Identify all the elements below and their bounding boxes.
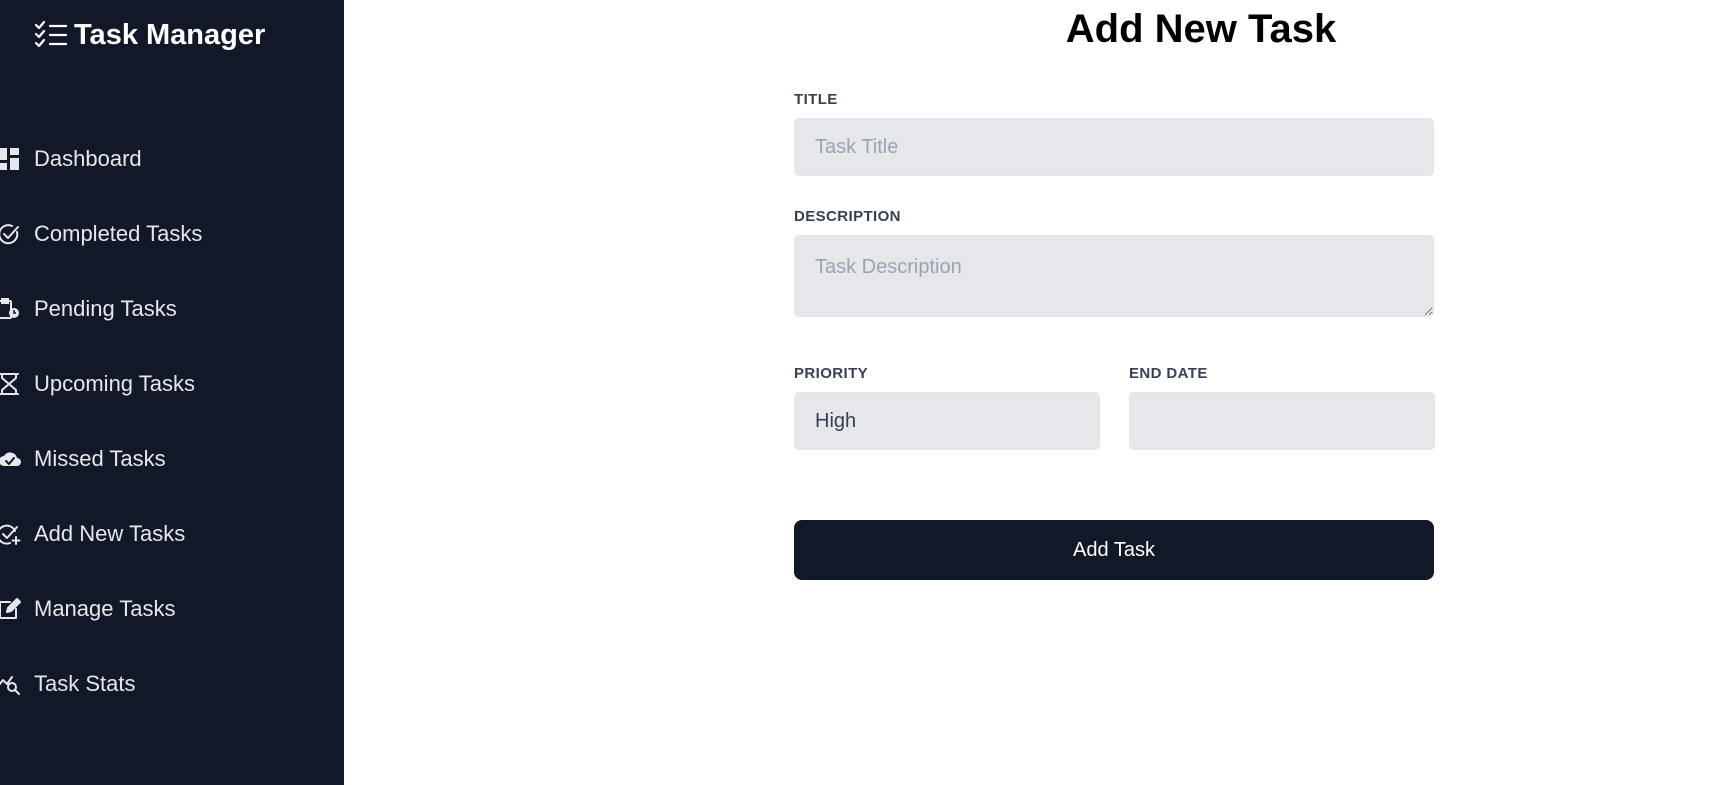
brand-title: Task Manager: [74, 19, 266, 51]
sidebar-item-pending-tasks[interactable]: Pending Tasks: [0, 286, 330, 332]
edit-icon: [0, 597, 22, 621]
hourglass-icon: [0, 372, 22, 396]
priority-label: PRIORITY: [794, 365, 869, 382]
title-label: TITLE: [794, 91, 838, 108]
sidebar: Task Manager Dashboard Completed Tasks P…: [0, 0, 344, 785]
page-title: Add New Task: [1065, 7, 1337, 51]
end-date-label: END DATE: [1129, 365, 1208, 382]
dashboard-icon: [0, 147, 22, 171]
sidebar-item-label: Pending Tasks: [34, 296, 177, 321]
sidebar-item-manage-tasks[interactable]: Manage Tasks: [0, 586, 330, 632]
sidebar-item-label: Upcoming Tasks: [34, 371, 195, 396]
sidebar-item-label: Dashboard: [34, 146, 142, 171]
priority-select[interactable]: High: [794, 392, 1100, 450]
main-content: Add New Task TITLE DESCRIPTION PRIORITY …: [344, 0, 1736, 785]
sidebar-item-upcoming-tasks[interactable]: Upcoming Tasks: [0, 361, 330, 407]
sidebar-item-label: Completed Tasks: [34, 221, 203, 246]
stats-search-icon: [0, 672, 22, 696]
check-plus-icon: [0, 522, 22, 546]
title-input[interactable]: [794, 118, 1434, 176]
sidebar-item-task-stats[interactable]: Task Stats: [0, 661, 330, 707]
sidebar-item-dashboard[interactable]: Dashboard: [0, 136, 330, 182]
sidebar-item-label: Task Stats: [34, 671, 136, 696]
checklist-icon: [34, 20, 68, 50]
check-circle-icon: [0, 222, 22, 246]
description-label: DESCRIPTION: [794, 208, 901, 225]
sidebar-item-label: Add New Tasks: [34, 521, 186, 546]
cloud-check-icon: [0, 447, 22, 471]
description-textarea[interactable]: [794, 235, 1434, 317]
sidebar-item-label: Manage Tasks: [34, 596, 176, 621]
add-task-button[interactable]: Add Task: [794, 520, 1434, 580]
sidebar-item-completed-tasks[interactable]: Completed Tasks: [0, 211, 330, 257]
sidebar-item-add-new-tasks[interactable]: Add New Tasks: [0, 511, 330, 557]
end-date-input[interactable]: [1129, 392, 1435, 450]
brand[interactable]: Task Manager: [34, 14, 265, 56]
app-root: Task Manager Dashboard Completed Tasks P…: [0, 0, 1736, 785]
sidebar-item-label: Missed Tasks: [34, 446, 166, 471]
sidebar-item-missed-tasks[interactable]: Missed Tasks: [0, 436, 330, 482]
clipboard-clock-icon: [0, 297, 22, 321]
